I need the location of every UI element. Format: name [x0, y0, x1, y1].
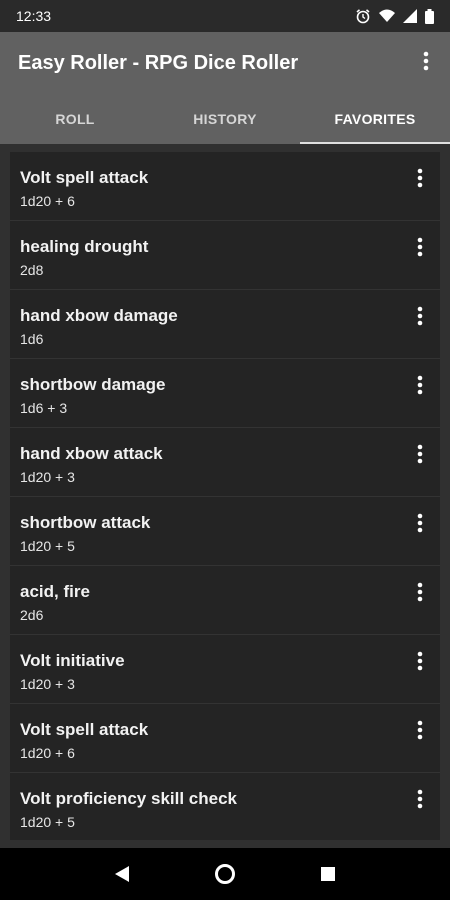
more-vertical-icon	[417, 237, 423, 257]
recents-button[interactable]	[313, 859, 343, 889]
list-item[interactable]: Volt spell attack 1d20 + 6	[10, 704, 440, 773]
home-icon	[214, 864, 235, 884]
more-vertical-icon	[417, 375, 423, 395]
app-bar: Easy Roller - RPG Dice Roller	[0, 32, 450, 94]
item-menu-button[interactable]	[412, 511, 428, 535]
item-menu-button[interactable]	[412, 373, 428, 397]
favorite-formula: 1d20 + 6	[20, 193, 75, 209]
home-button[interactable]	[210, 859, 240, 889]
list-item[interactable]: Volt proficiency skill check 1d20 + 5	[10, 773, 440, 840]
favorite-name: Volt spell attack	[20, 168, 149, 187]
favorite-name: healing drought	[20, 237, 149, 256]
tab-favorites[interactable]: FAVORITES	[300, 94, 450, 144]
favorite-name: shortbow damage	[20, 375, 166, 394]
more-options-button[interactable]	[412, 43, 440, 83]
more-vertical-icon	[417, 789, 423, 809]
favorite-formula: 1d20 + 5	[20, 538, 75, 554]
list-item[interactable]: Volt initiative 1d20 + 3	[10, 635, 440, 704]
system-nav-bar	[0, 848, 450, 900]
item-menu-button[interactable]	[412, 649, 428, 673]
favorite-name: Volt initiative	[20, 651, 125, 670]
list-item[interactable]: shortbow attack 1d20 + 5	[10, 497, 440, 566]
favorite-formula: 2d6	[20, 607, 44, 623]
item-menu-button[interactable]	[412, 235, 428, 259]
more-vertical-icon	[423, 51, 429, 76]
favorites-list: Volt spell attack 1d20 + 6 healing droug…	[10, 152, 440, 840]
favorite-name: shortbow attack	[20, 513, 151, 532]
favorite-formula: 1d20 + 3	[20, 676, 75, 692]
wifi-icon	[379, 9, 395, 23]
favorite-name: hand xbow attack	[20, 444, 163, 463]
list-item[interactable]: hand xbow damage 1d6	[10, 290, 440, 359]
list-item[interactable]: shortbow damage 1d6 + 3	[10, 359, 440, 428]
list-item[interactable]: healing drought 2d8	[10, 221, 440, 290]
favorite-formula: 1d6 + 3	[20, 400, 68, 416]
item-menu-button[interactable]	[412, 442, 428, 466]
item-menu-button[interactable]	[412, 787, 428, 811]
favorite-name: Volt proficiency skill check	[20, 789, 237, 808]
tab-roll[interactable]: ROLL	[0, 94, 150, 144]
tab-history[interactable]: HISTORY	[150, 94, 300, 144]
favorite-name: Volt spell attack	[20, 720, 149, 739]
more-vertical-icon	[417, 513, 423, 533]
back-icon	[114, 866, 129, 882]
back-button[interactable]	[107, 859, 137, 889]
list-item[interactable]: acid, fire 2d6	[10, 566, 440, 635]
more-vertical-icon	[417, 168, 423, 188]
favorite-formula: 1d6	[20, 331, 44, 347]
favorite-formula: 1d20 + 6	[20, 745, 75, 761]
favorite-formula: 1d20 + 5	[20, 814, 75, 830]
item-menu-button[interactable]	[412, 166, 428, 190]
more-vertical-icon	[417, 306, 423, 326]
signal-icon	[403, 9, 417, 23]
more-vertical-icon	[417, 651, 423, 671]
item-menu-button[interactable]	[412, 304, 428, 328]
more-vertical-icon	[417, 582, 423, 602]
favorite-name: hand xbow damage	[20, 306, 178, 325]
status-time: 12:33	[16, 8, 52, 24]
tab-bar: ROLL HISTORY FAVORITES	[0, 94, 450, 144]
favorite-formula: 2d8	[20, 262, 44, 278]
alarm-icon	[355, 8, 371, 24]
status-bar: 12:33	[0, 0, 450, 32]
list-item[interactable]: hand xbow attack 1d20 + 3	[10, 428, 440, 497]
favorite-name: acid, fire	[20, 582, 90, 601]
list-item[interactable]: Volt spell attack 1d20 + 6	[10, 152, 440, 221]
item-menu-button[interactable]	[412, 718, 428, 742]
battery-icon	[425, 8, 434, 24]
more-vertical-icon	[417, 720, 423, 740]
app-title: Easy Roller - RPG Dice Roller	[18, 51, 299, 74]
more-vertical-icon	[417, 444, 423, 464]
item-menu-button[interactable]	[412, 580, 428, 604]
recents-icon	[321, 867, 336, 881]
status-icons	[355, 8, 434, 24]
favorite-formula: 1d20 + 3	[20, 469, 75, 485]
